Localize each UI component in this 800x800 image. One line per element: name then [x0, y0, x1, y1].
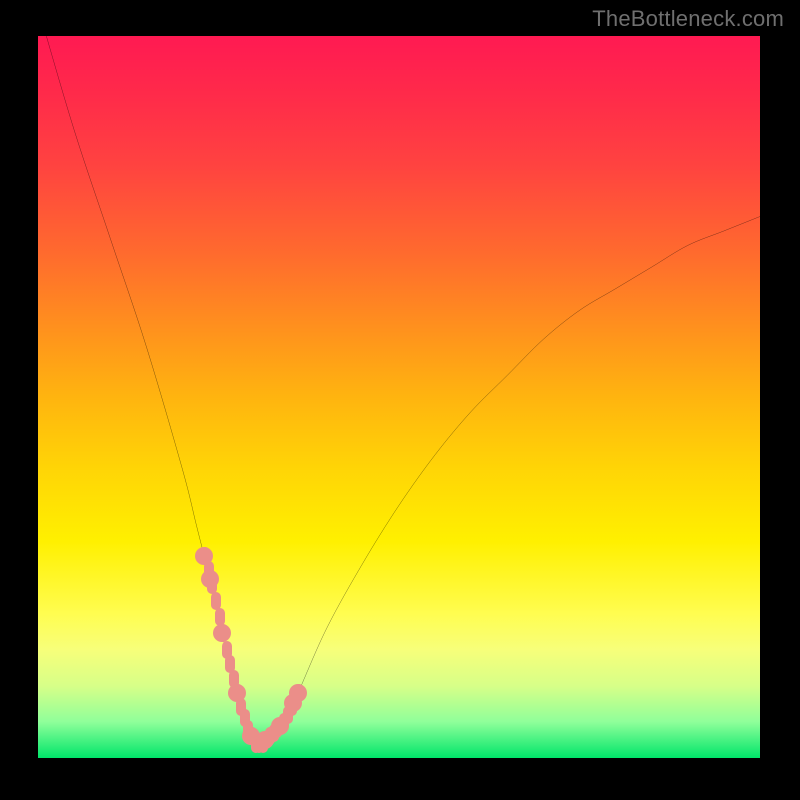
typical-cap-dot: [201, 570, 219, 588]
typical-cap-dot: [228, 684, 246, 702]
plot-area: [38, 36, 760, 758]
watermark-text: TheBottleneck.com: [592, 6, 784, 32]
typical-cap-dot: [195, 547, 213, 565]
typical-cap-dot: [271, 717, 289, 735]
typical-cap-dot: [289, 684, 307, 702]
chart-stage: TheBottleneck.com: [0, 0, 800, 800]
bottleneck-curve: [38, 36, 760, 758]
